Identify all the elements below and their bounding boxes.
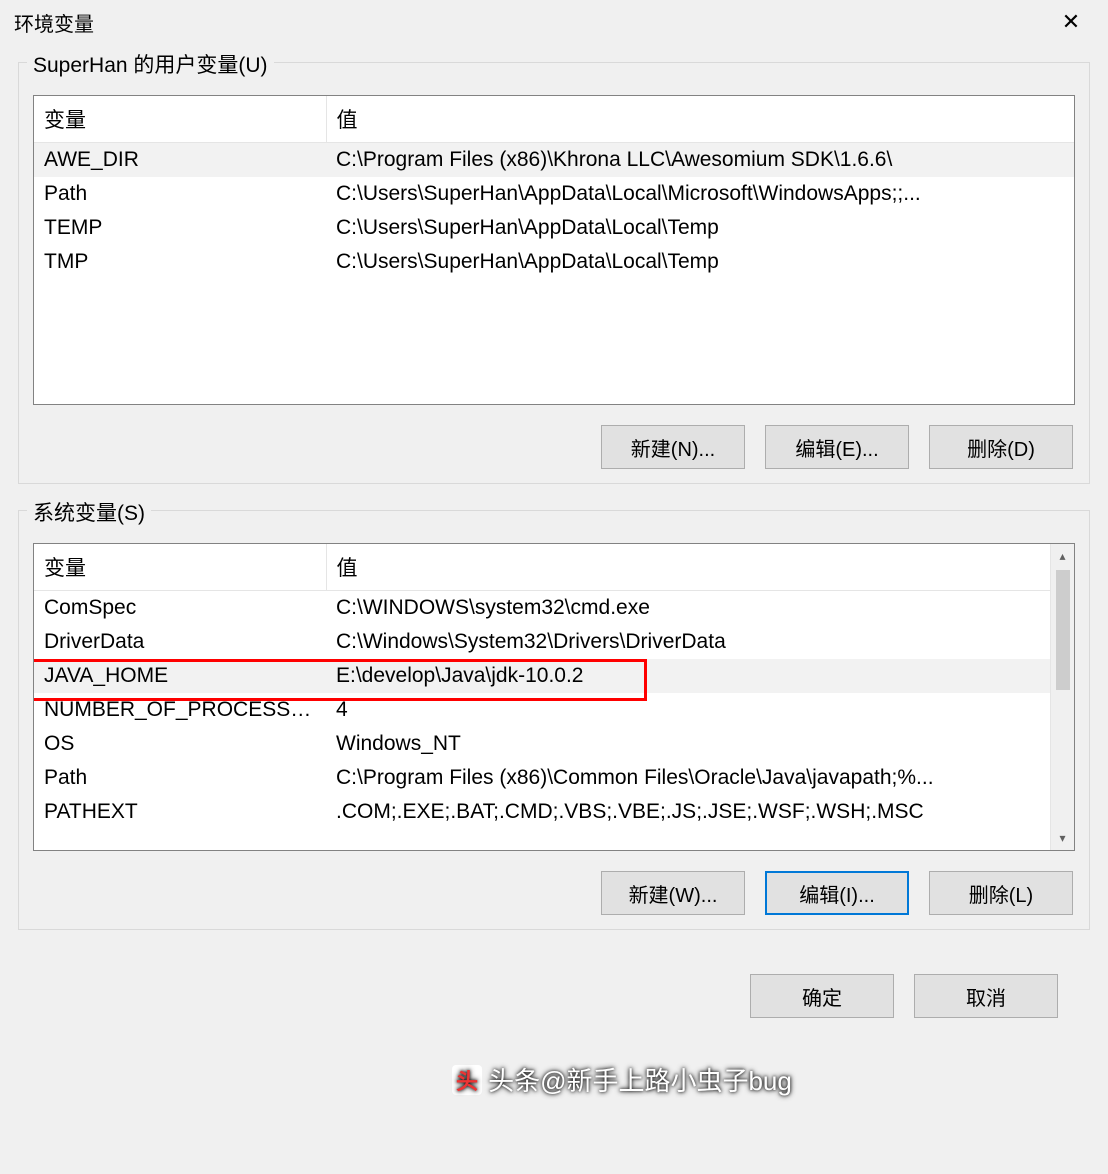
window-title: 环境变量: [14, 8, 94, 37]
new-sys-var-button[interactable]: 新建(W)...: [601, 871, 745, 915]
user-vars-group: SuperHan 的用户变量(U) 变量 值 AWE_DIR C:\Progra…: [18, 62, 1090, 484]
col-name-header[interactable]: 变量: [34, 96, 326, 143]
close-icon[interactable]: ✕: [1048, 6, 1094, 38]
table-row[interactable]: OS Windows_NT: [34, 727, 1050, 761]
table-header-row: 变量 值: [34, 96, 1074, 143]
col-name-header[interactable]: 变量: [34, 544, 326, 591]
delete-sys-var-button[interactable]: 删除(L): [929, 871, 1073, 915]
table-row[interactable]: DriverData C:\Windows\System32\Drivers\D…: [34, 625, 1050, 659]
col-value-header[interactable]: 值: [326, 96, 1074, 143]
col-value-header[interactable]: 值: [326, 544, 1050, 591]
var-name-cell: OS: [34, 727, 326, 761]
table-row[interactable]: ComSpec C:\WINDOWS\system32\cmd.exe: [34, 591, 1050, 626]
var-value-cell: Windows_NT: [326, 727, 1050, 761]
var-value-cell: E:\develop\Java\jdk-10.0.2: [326, 659, 1050, 693]
var-value-cell: .COM;.EXE;.BAT;.CMD;.VBS;.VBE;.JS;.JSE;.…: [326, 795, 1050, 829]
system-vars-legend: 系统变量(S): [27, 497, 151, 527]
table-row[interactable]: JAVA_HOME E:\develop\Java\jdk-10.0.2: [34, 659, 1050, 693]
var-name-cell: Path: [34, 177, 326, 211]
table-row[interactable]: NUMBER_OF_PROCESSORS 4: [34, 693, 1050, 727]
table-row[interactable]: TMP C:\Users\SuperHan\AppData\Local\Temp: [34, 245, 1074, 279]
scroll-thumb[interactable]: [1056, 570, 1070, 690]
var-value-cell: 4: [326, 693, 1050, 727]
table-row[interactable]: Path C:\Users\SuperHan\AppData\Local\Mic…: [34, 177, 1074, 211]
var-name-cell: ComSpec: [34, 591, 326, 626]
system-vars-buttons: 新建(W)... 编辑(I)... 删除(L): [33, 871, 1075, 915]
system-vars-group: 系统变量(S) 变量 值 ComSpec: [18, 510, 1090, 930]
user-vars-table-wrap: 变量 值 AWE_DIR C:\Program Files (x86)\Khro…: [33, 95, 1075, 405]
edit-user-var-button[interactable]: 编辑(E)...: [765, 425, 909, 469]
ok-button[interactable]: 确定: [750, 974, 894, 1018]
system-vars-table-wrap: 变量 值 ComSpec C:\WINDOWS\system32\cmd.exe…: [33, 543, 1075, 851]
user-vars-legend: SuperHan 的用户变量(U): [27, 49, 274, 79]
var-value-cell: C:\WINDOWS\system32\cmd.exe: [326, 591, 1050, 626]
var-value-cell: C:\Program Files (x86)\Khrona LLC\Awesom…: [326, 143, 1074, 178]
scroll-track[interactable]: [1056, 568, 1070, 826]
var-name-cell: PATHEXT: [34, 795, 326, 829]
dialog-content: SuperHan 的用户变量(U) 变量 值 AWE_DIR C:\Progra…: [0, 44, 1108, 1174]
scroll-down-icon[interactable]: ▾: [1051, 826, 1075, 850]
var-value-cell: C:\Users\SuperHan\AppData\Local\Temp: [326, 245, 1074, 279]
var-value-cell: C:\Users\SuperHan\AppData\Local\Microsof…: [326, 177, 1074, 211]
user-vars-buttons: 新建(N)... 编辑(E)... 删除(D): [33, 425, 1075, 469]
table-row[interactable]: Path C:\Program Files (x86)\Common Files…: [34, 761, 1050, 795]
var-value-cell: C:\Program Files (x86)\Common Files\Orac…: [326, 761, 1050, 795]
var-name-cell: Path: [34, 761, 326, 795]
var-name-cell: NUMBER_OF_PROCESSORS: [34, 693, 326, 727]
dialog-buttons: 确定 取消: [18, 956, 1090, 1018]
table-row[interactable]: PATHEXT .COM;.EXE;.BAT;.CMD;.VBS;.VBE;.J…: [34, 795, 1050, 829]
delete-user-var-button[interactable]: 删除(D): [929, 425, 1073, 469]
vertical-scrollbar[interactable]: ▴ ▾: [1050, 544, 1074, 850]
edit-sys-var-button[interactable]: 编辑(I)...: [765, 871, 909, 915]
user-vars-table[interactable]: 变量 值 AWE_DIR C:\Program Files (x86)\Khro…: [34, 96, 1074, 279]
var-name-cell: JAVA_HOME: [34, 659, 326, 693]
var-value-cell: C:\Windows\System32\Drivers\DriverData: [326, 625, 1050, 659]
scroll-up-icon[interactable]: ▴: [1051, 544, 1075, 568]
var-name-cell: TMP: [34, 245, 326, 279]
env-vars-dialog: 环境变量 ✕ SuperHan 的用户变量(U) 变量 值 A: [0, 0, 1108, 1174]
var-name-cell: TEMP: [34, 211, 326, 245]
var-name-cell: DriverData: [34, 625, 326, 659]
titlebar: 环境变量 ✕: [0, 0, 1108, 44]
table-row[interactable]: AWE_DIR C:\Program Files (x86)\Khrona LL…: [34, 143, 1074, 178]
cancel-button[interactable]: 取消: [914, 974, 1058, 1018]
var-value-cell: C:\Users\SuperHan\AppData\Local\Temp: [326, 211, 1074, 245]
new-user-var-button[interactable]: 新建(N)...: [601, 425, 745, 469]
var-name-cell: AWE_DIR: [34, 143, 326, 178]
table-row[interactable]: TEMP C:\Users\SuperHan\AppData\Local\Tem…: [34, 211, 1074, 245]
table-header-row: 变量 值: [34, 544, 1050, 591]
system-vars-table[interactable]: 变量 值 ComSpec C:\WINDOWS\system32\cmd.exe…: [34, 544, 1050, 829]
